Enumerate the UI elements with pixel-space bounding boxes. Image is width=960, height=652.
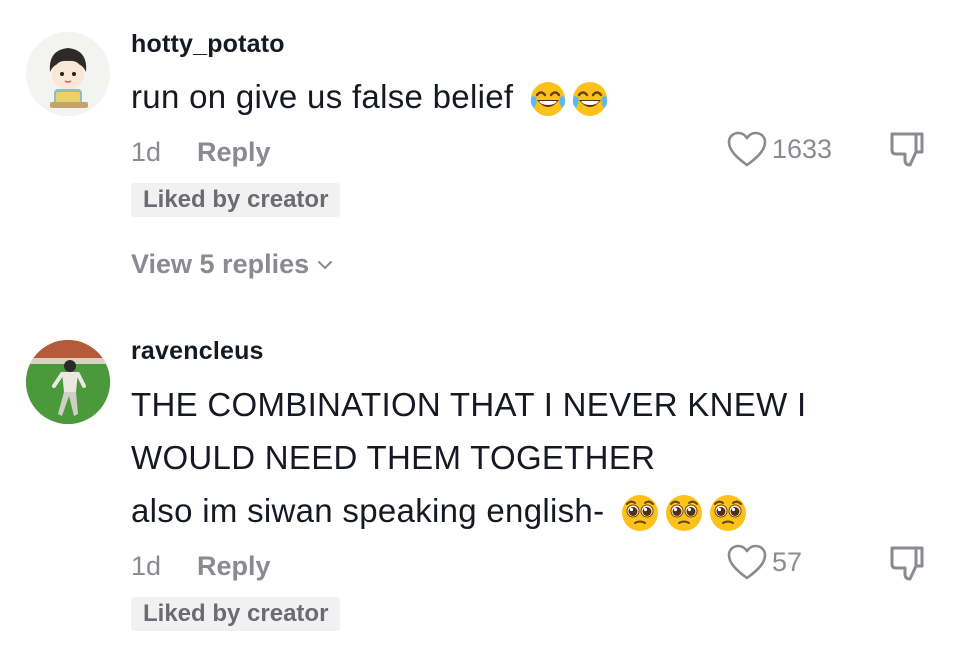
comment-text-line: THE COMBINATION THAT I NEVER KNEW I [131, 386, 807, 423]
heart-icon [727, 544, 767, 580]
thumbs-down-icon [890, 546, 924, 581]
person-on-field-avatar [26, 340, 110, 424]
like-button[interactable]: 57 [726, 543, 802, 581]
comment-item: ravencleus THE COMBINATION THAT I NEVER … [0, 0, 960, 652]
username[interactable]: ravencleus [131, 337, 264, 366]
pleading-emoji-icon [665, 495, 702, 532]
comment-text-line: WOULD NEED THEM TOGETHER [131, 439, 656, 476]
pleading-emoji-icon [709, 495, 746, 532]
reply-button[interactable]: Reply [197, 551, 271, 582]
avatar[interactable] [26, 340, 110, 424]
comment-text: also im siwan speaking english- [131, 492, 748, 533]
dislike-button[interactable] [888, 544, 930, 589]
emoji-group [620, 493, 748, 533]
like-count: 57 [772, 546, 803, 577]
pleading-emoji-icon [621, 495, 658, 532]
comment-time: 1d [131, 551, 162, 581]
liked-by-creator-badge: Liked by creator [131, 597, 341, 631]
comment-text-line: also im siwan speaking english- [131, 492, 605, 529]
